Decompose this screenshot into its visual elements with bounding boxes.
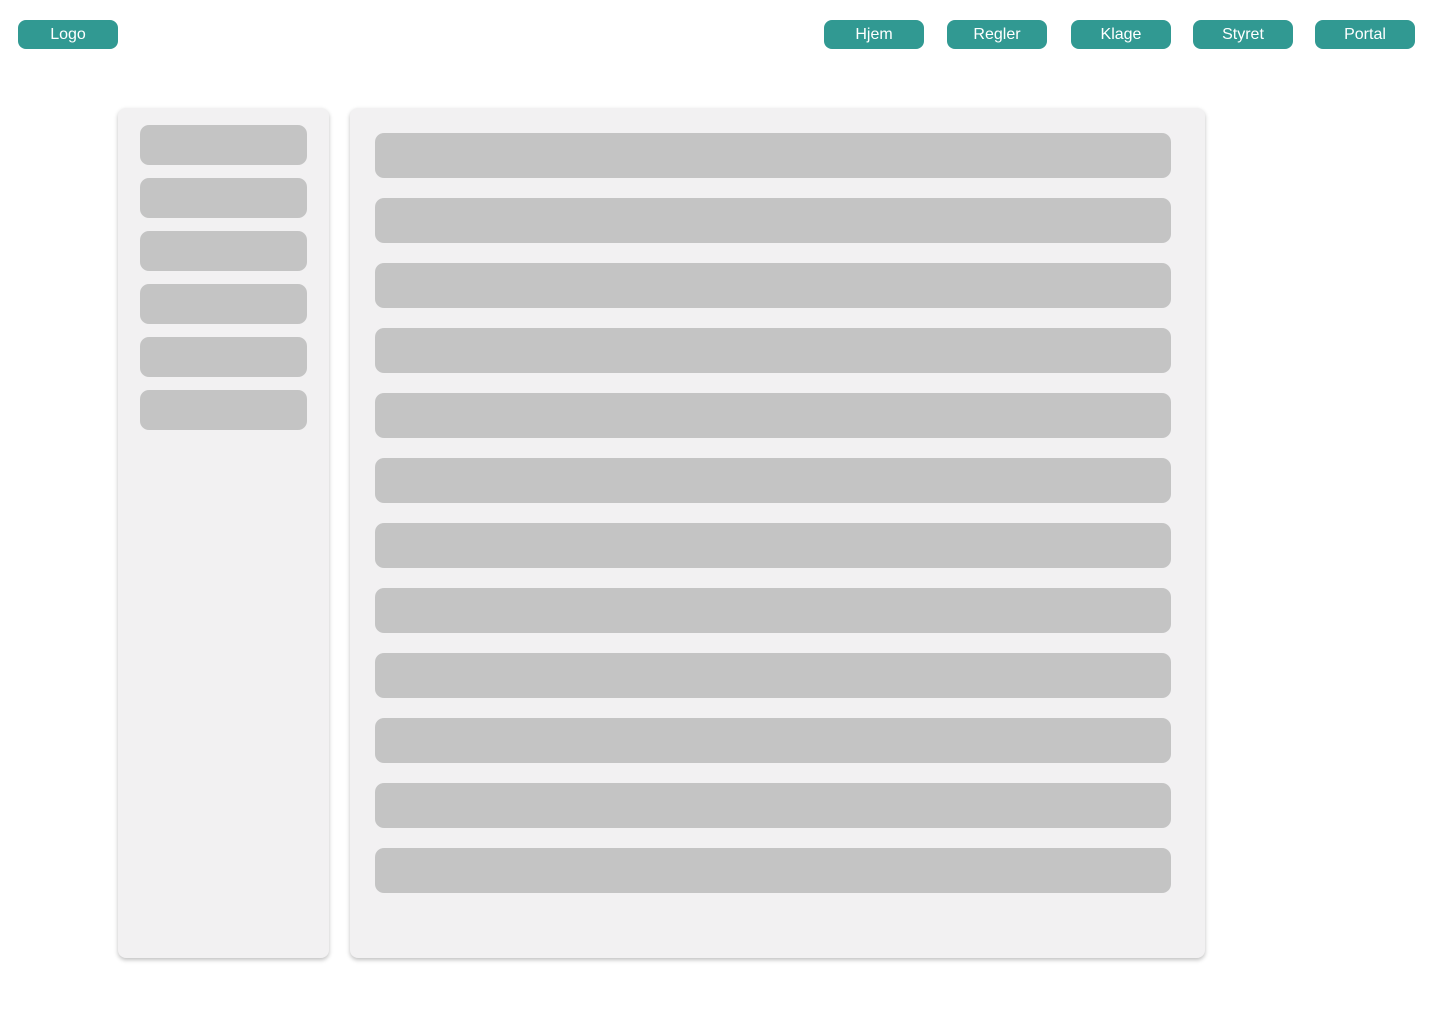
nav-button-klage[interactable]: Klage xyxy=(1071,20,1171,49)
content-row-placeholder xyxy=(375,848,1171,893)
nav-button-regler[interactable]: Regler xyxy=(947,20,1047,49)
sidebar-list xyxy=(140,125,307,443)
content-row-placeholder xyxy=(375,718,1171,763)
sidebar-panel xyxy=(118,108,329,958)
content-row-placeholder xyxy=(375,588,1171,633)
logo-button[interactable]: Logo xyxy=(18,20,118,49)
nav-button-portal[interactable]: Portal xyxy=(1315,20,1415,49)
content-panel xyxy=(350,108,1205,958)
sidebar-item-placeholder[interactable] xyxy=(140,337,307,377)
content-row-placeholder xyxy=(375,328,1171,373)
nav-button-hjem[interactable]: Hjem xyxy=(824,20,924,49)
content-row-placeholder xyxy=(375,653,1171,698)
sidebar-item-placeholder[interactable] xyxy=(140,390,307,430)
sidebar-item-placeholder[interactable] xyxy=(140,231,307,271)
content-row-placeholder xyxy=(375,783,1171,828)
nav-button-styret[interactable]: Styret xyxy=(1193,20,1293,49)
content-row-placeholder xyxy=(375,523,1171,568)
content-list xyxy=(375,133,1171,913)
content-row-placeholder xyxy=(375,198,1171,243)
content-row-placeholder xyxy=(375,393,1171,438)
sidebar-item-placeholder[interactable] xyxy=(140,178,307,218)
content-row-placeholder xyxy=(375,458,1171,503)
sidebar-item-placeholder[interactable] xyxy=(140,125,307,165)
page: Logo Hjem Regler Klage Styret Portal xyxy=(0,0,1440,1024)
sidebar-item-placeholder[interactable] xyxy=(140,284,307,324)
content-row-placeholder xyxy=(375,263,1171,308)
content-row-placeholder xyxy=(375,133,1171,178)
